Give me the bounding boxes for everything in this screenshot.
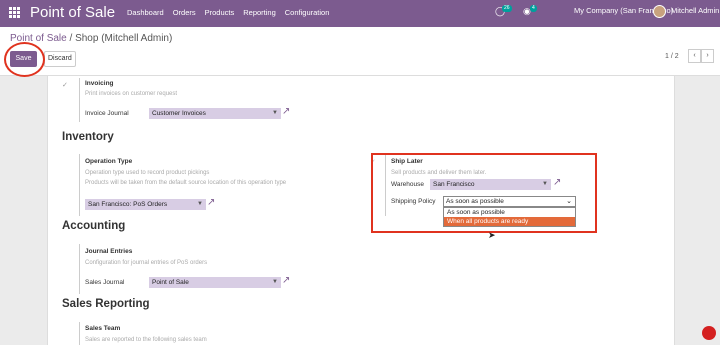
invoice-journal-label: Invoice Journal	[85, 110, 129, 117]
chat-count-badge: 26	[502, 5, 512, 12]
inventory-heading: Inventory	[62, 131, 114, 143]
accounting-heading: Accounting	[62, 220, 126, 232]
operation-type-desc-1: Operation type used to record product pi…	[85, 170, 210, 176]
invoice-journal-value: Customer Invoices	[152, 110, 206, 117]
divider	[79, 154, 80, 216]
journal-entries-title: Journal Entries	[85, 248, 133, 255]
external-link-icon[interactable]: ↗	[282, 106, 290, 117]
caret-down-icon: ▼	[272, 110, 278, 116]
sales-journal-select[interactable]: Point of Sale ▼	[149, 277, 281, 288]
channel-logo	[702, 326, 716, 340]
sales-journal-label: Sales Journal	[85, 279, 125, 286]
menu-orders[interactable]: Orders	[173, 8, 196, 17]
main-menu: Dashboard Orders Products Reporting Conf…	[127, 8, 329, 17]
operation-type-value: San Francisco: PoS Orders	[88, 201, 168, 208]
external-link-icon[interactable]: ↗	[207, 197, 215, 208]
sales-reporting-heading: Sales Reporting	[62, 298, 150, 310]
caret-down-icon: ▼	[197, 201, 203, 207]
top-navbar: Point of Sale Dashboard Orders Products …	[0, 0, 720, 27]
control-panel: Point of Sale / Shop (Mitchell Admin) Sa…	[0, 27, 720, 76]
pager-next-button[interactable]: ›	[701, 49, 714, 63]
activity-count-badge: 4	[530, 5, 537, 12]
discard-button[interactable]: Discard	[44, 51, 76, 67]
breadcrumb: Point of Sale / Shop (Mitchell Admin)	[10, 33, 172, 44]
menu-reporting[interactable]: Reporting	[243, 8, 276, 17]
external-link-icon[interactable]: ↗	[282, 275, 290, 286]
pager-prev-button[interactable]: ‹	[688, 49, 701, 63]
divider	[79, 78, 80, 122]
sales-journal-value: Point of Sale	[152, 279, 189, 286]
app-title[interactable]: Point of Sale	[30, 4, 115, 21]
operation-type-desc-2: Products will be taken from the default …	[85, 180, 287, 186]
divider	[79, 322, 80, 345]
journal-entries-description: Configuration for journal entries of PoS…	[85, 260, 208, 266]
menu-dashboard[interactable]: Dashboard	[127, 8, 164, 17]
user-menu[interactable]: Mitchell Admin	[671, 6, 719, 15]
invoicing-checkbox[interactable]: ✓	[62, 81, 68, 89]
sales-team-description: Sales are reported to the following sale…	[85, 337, 207, 343]
invoice-journal-select[interactable]: Customer Invoices ▼	[149, 108, 281, 119]
save-highlight-annotation	[4, 42, 45, 77]
pager-value[interactable]: 1 / 2	[665, 53, 679, 60]
operation-type-select[interactable]: San Francisco: PoS Orders ▼	[85, 199, 206, 210]
operation-type-title: Operation Type	[85, 158, 133, 165]
breadcrumb-current: Shop (Mitchell Admin)	[75, 33, 173, 44]
invoicing-title: Invoicing	[85, 80, 114, 87]
mouse-cursor-icon: ➤	[488, 230, 496, 240]
menu-configuration[interactable]: Configuration	[285, 8, 330, 17]
invoicing-description: Print invoices on customer request	[85, 91, 178, 97]
user-avatar[interactable]	[653, 5, 666, 18]
breadcrumb-separator: /	[69, 33, 73, 44]
ship-later-highlight-annotation	[371, 153, 597, 233]
caret-down-icon: ▼	[272, 279, 278, 285]
menu-products[interactable]: Products	[205, 8, 235, 17]
divider	[79, 244, 80, 294]
apps-menu-icon[interactable]	[9, 7, 20, 18]
sales-team-title: Sales Team	[85, 325, 121, 332]
